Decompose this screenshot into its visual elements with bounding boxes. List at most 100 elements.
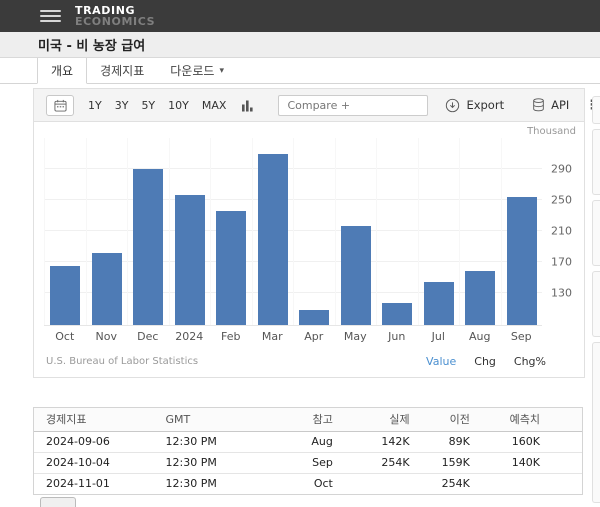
export-label: Export xyxy=(466,98,505,112)
plot-wrapper: 130 170 210 250 290 Oct Nov Dec 2024 Feb Mar Apr Ma… xyxy=(44,138,572,343)
bar-may[interactable] xyxy=(340,226,371,325)
chevron-down-icon: ▾ xyxy=(219,65,224,76)
table-row[interactable]: 2024-11-01 12:30 PM Oct 254K xyxy=(34,472,582,494)
table-cell: 12:30 PM xyxy=(165,431,276,452)
bar-oct[interactable] xyxy=(50,266,81,325)
bar-slot xyxy=(334,138,377,325)
series-link-chgpct[interactable]: Chg% xyxy=(514,355,546,368)
bar-slot xyxy=(500,138,543,325)
bar-feb[interactable] xyxy=(216,210,247,325)
tab-indicators[interactable]: 경제지표 xyxy=(87,58,157,83)
bar-dec[interactable] xyxy=(133,169,164,325)
bar-slot xyxy=(85,138,128,325)
bar-mar[interactable] xyxy=(257,153,288,325)
col-reference: 참고 xyxy=(275,408,341,432)
col-indicator: 경제지표 xyxy=(34,408,166,432)
range-button-10y[interactable]: 10Y xyxy=(168,99,189,112)
database-icon xyxy=(533,98,544,112)
x-axis-label: 2024 xyxy=(175,330,204,343)
table-cell: 254K xyxy=(340,451,418,473)
bar-slot xyxy=(251,138,294,325)
y-axis-tick: 290 xyxy=(551,162,572,176)
range-button-max[interactable]: MAX xyxy=(202,99,227,112)
series-link-chg[interactable]: Chg xyxy=(474,355,496,368)
x-axis-label: Apr xyxy=(304,330,324,343)
partial-button[interactable] xyxy=(40,497,76,507)
x-axis-label: Sep xyxy=(510,330,532,343)
right-panel-item xyxy=(592,96,600,124)
series-link-value[interactable]: Value xyxy=(426,355,456,368)
col-actual: 실제 xyxy=(340,408,418,432)
table-cell: 2024-10-04 xyxy=(34,451,166,473)
bar-slot xyxy=(417,138,460,325)
bar-aug[interactable] xyxy=(465,270,496,325)
right-panel-sliver xyxy=(592,96,600,503)
tab-download[interactable]: 다운로드 ▾ xyxy=(157,58,237,83)
right-panel-item xyxy=(592,129,600,195)
plot-area: 130 170 210 250 290 xyxy=(44,138,572,326)
table-header-row: 경제지표 GMT 참고 실제 이전 예측치 xyxy=(34,408,582,432)
range-button-1y[interactable]: 1Y xyxy=(88,99,102,112)
range-button-5y[interactable]: 5Y xyxy=(141,99,155,112)
tab-download-label: 다운로드 xyxy=(170,64,215,78)
bar-apr[interactable] xyxy=(299,310,330,325)
table-cell: 140K xyxy=(477,451,582,473)
table-cell: Sep xyxy=(275,451,341,473)
y-axis-tick: 130 xyxy=(551,286,572,300)
y-axis-tick: 210 xyxy=(551,224,572,238)
col-consensus: 예측치 xyxy=(477,408,582,432)
table-cell: 159K xyxy=(417,451,478,473)
api-label: API xyxy=(551,98,570,112)
hamburger-menu-icon[interactable] xyxy=(40,7,61,25)
bar-jun[interactable] xyxy=(382,302,413,325)
bar-nov[interactable] xyxy=(91,252,122,325)
x-axis-label: Jul xyxy=(431,330,445,343)
table-cell: 12:30 PM xyxy=(165,472,276,494)
brand-logo[interactable]: TRADING ECONOMICS xyxy=(75,5,155,27)
export-button[interactable]: Export xyxy=(445,98,504,113)
table-cell: 142K xyxy=(340,431,418,452)
api-button[interactable]: API xyxy=(532,98,569,112)
chart-type-icon[interactable] xyxy=(241,99,254,112)
x-axis-label: May xyxy=(343,330,367,343)
x-axis-label: Jun xyxy=(388,330,406,343)
col-gmt: GMT xyxy=(165,408,276,432)
table-cell: 2024-09-06 xyxy=(34,431,166,452)
brand-line2: ECONOMICS xyxy=(75,15,156,28)
right-panel-item xyxy=(592,342,600,503)
x-axis-label: Mar xyxy=(261,330,283,343)
bar-sep[interactable] xyxy=(506,196,537,325)
bar-slot xyxy=(127,138,169,325)
table-cell: Aug xyxy=(275,431,341,452)
export-download-icon xyxy=(446,98,460,112)
page-title: 미국 - 비 농장 급여 xyxy=(38,39,146,54)
compare-input[interactable] xyxy=(278,94,429,116)
x-axis-labels: Oct Nov Dec 2024 Feb Mar Apr May Jun Jul Aug Sep xyxy=(44,330,542,343)
range-button-3y[interactable]: 3Y xyxy=(115,99,129,112)
table-cell: 160K xyxy=(477,431,582,452)
series-mode-links: Value Chg Chg% xyxy=(426,355,546,368)
bar-jul[interactable] xyxy=(423,282,454,325)
table-cell: 2024-11-01 xyxy=(34,472,166,494)
axis-unit-label: Thousand xyxy=(527,126,576,137)
y-axis-tick: 250 xyxy=(551,193,572,207)
releases-table: 경제지표 GMT 참고 실제 이전 예측치 2024-09-06 12:30 PM… xyxy=(33,407,583,495)
x-axis-label: Oct xyxy=(55,330,75,343)
calendar-button[interactable] xyxy=(46,94,74,116)
right-panel-item xyxy=(592,200,600,266)
chart-area: Thousand 130 170 210 250 290 Oct Nov Dec 2024 Fe… xyxy=(34,122,584,377)
tab-overview[interactable]: 개요 xyxy=(37,58,88,84)
bar-slot xyxy=(293,138,335,325)
right-panel-item xyxy=(592,271,600,337)
bar-slot xyxy=(376,138,418,325)
table-row[interactable]: 2024-09-06 12:30 PM Aug 142K 89K 160K xyxy=(34,431,582,452)
chart-footer: U.S. Bureau of Labor Statistics Value Chg… xyxy=(46,355,572,368)
calendar-icon xyxy=(53,99,67,112)
x-axis-label: Dec xyxy=(137,330,159,343)
table-row[interactable]: 2024-10-04 12:30 PM Sep 254K 159K 140K xyxy=(34,451,582,473)
bar-2024[interactable] xyxy=(174,195,205,325)
range-buttons: 1Y 3Y 5Y 10Y MAX xyxy=(88,99,226,112)
bar-slot xyxy=(168,138,211,325)
x-axis-label: Aug xyxy=(469,330,491,343)
x-axis-label: Nov xyxy=(95,330,117,343)
